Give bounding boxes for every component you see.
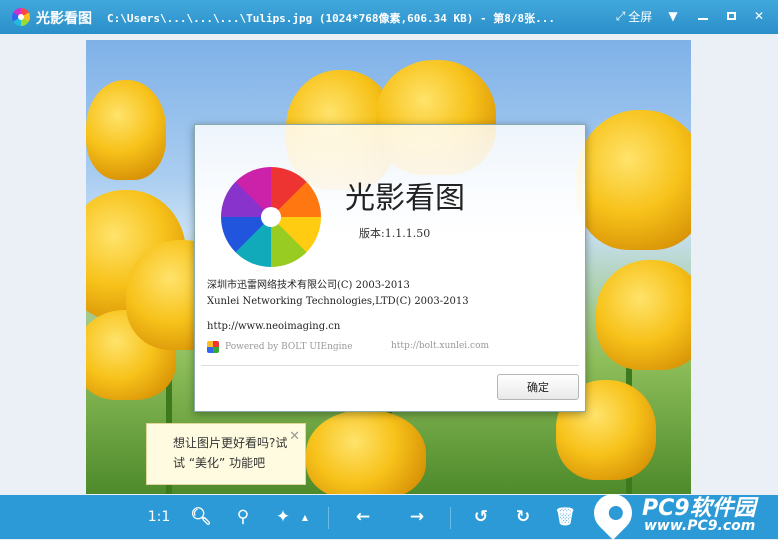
tip-line-2: 试 “美化” 功能吧 xyxy=(173,456,266,470)
rotate-left-button[interactable]: ↺ xyxy=(468,504,494,530)
tulip xyxy=(596,260,691,370)
company-en-text: Xunlei Networking Technologies,LTD(C) 20… xyxy=(207,296,469,307)
ok-button[interactable]: 确定 xyxy=(497,374,579,400)
rotate-left-icon: ↺ xyxy=(473,507,489,527)
delete-button[interactable]: 🗑︎ xyxy=(552,504,578,530)
rotate-right-icon: ↻ xyxy=(515,507,531,527)
trash-icon: 🗑︎ xyxy=(554,507,576,527)
bolt-logo-icon xyxy=(207,341,219,353)
company-cn-text: 深圳市迅雷网络技术有限公司(C) 2003-2013 xyxy=(207,280,410,291)
maximize-icon xyxy=(726,12,736,20)
fullscreen-label: 全屏 xyxy=(628,9,653,24)
close-button[interactable]: ✕ xyxy=(750,6,768,26)
watermark-site: www.PC9.com xyxy=(644,518,756,534)
rotate-right-button[interactable]: ↻ xyxy=(510,504,536,530)
app-logo-icon xyxy=(12,8,30,26)
watermark-logo-icon xyxy=(586,486,640,540)
chevron-down-icon: ▼ xyxy=(668,9,678,23)
about-dialog: 光影看图 版本:1.1.1.50 深圳市迅雷网络技术有限公司(C) 2003-2… xyxy=(194,124,586,412)
magic-wand-icon: ✦ xyxy=(275,507,291,527)
tulip xyxy=(306,410,426,494)
fullscreen-icon: ⤢ xyxy=(615,8,626,23)
bolt-link[interactable]: http://bolt.xunlei.com xyxy=(391,341,489,351)
zoom-in-button[interactable]: 🔍︎ xyxy=(188,504,214,530)
next-button[interactable]: → xyxy=(404,504,430,530)
zoom-out-icon: ⚲ xyxy=(236,507,250,527)
tulip xyxy=(576,110,691,250)
toolbar-separator xyxy=(450,507,451,529)
previous-button[interactable]: ← xyxy=(350,504,376,530)
zoom-in-icon: 🔍︎ xyxy=(190,507,212,527)
watermark: PC9软件园 www.PC9.com xyxy=(586,486,778,540)
dialog-title: 光影看图 xyxy=(345,181,465,216)
actual-size-button[interactable]: 1:1 xyxy=(144,504,174,530)
divider xyxy=(201,365,579,366)
powered-by: Powered by BOLT UIEngine xyxy=(207,341,353,353)
tip-close-icon[interactable]: ✕ xyxy=(289,427,300,447)
arrow-left-icon: ← xyxy=(355,507,371,527)
title-bar: 光影看图 C:\Users\...\...\...\Tulips.jpg (10… xyxy=(0,0,778,34)
app-logo-large-icon xyxy=(221,167,321,267)
beautify-button[interactable]: ✦ xyxy=(270,504,296,530)
fullscreen-button[interactable]: ⤢ 全屏 xyxy=(612,6,656,26)
arrow-right-icon: → xyxy=(409,507,425,527)
zoom-out-button[interactable]: ⚲ xyxy=(230,504,256,530)
caret-up-icon: ▲ xyxy=(301,512,309,522)
close-icon: ✕ xyxy=(753,9,765,23)
toolbar-separator xyxy=(328,507,329,529)
website-link[interactable]: http://www.neoimaging.cn xyxy=(207,321,340,332)
beautify-tip: ✕ 想让图片更好看吗?试 试 “美化” 功能吧 xyxy=(146,423,306,485)
version-text: 版本:1.1.1.50 xyxy=(359,227,431,240)
minimize-button[interactable] xyxy=(694,6,712,26)
minimize-icon xyxy=(698,18,708,20)
tip-line-1: 想让图片更好看吗?试 xyxy=(173,436,288,450)
tulip xyxy=(86,80,166,180)
powered-by-text: Powered by BOLT UIEngine xyxy=(225,342,353,352)
menu-dropdown-button[interactable]: ▼ xyxy=(664,6,682,26)
beautify-dropdown[interactable]: ▲ xyxy=(298,504,312,530)
file-title: C:\Users\...\...\...\Tulips.jpg (1024*76… xyxy=(107,12,555,25)
maximize-button[interactable] xyxy=(722,6,740,26)
app-name: 光影看图 xyxy=(36,11,92,27)
